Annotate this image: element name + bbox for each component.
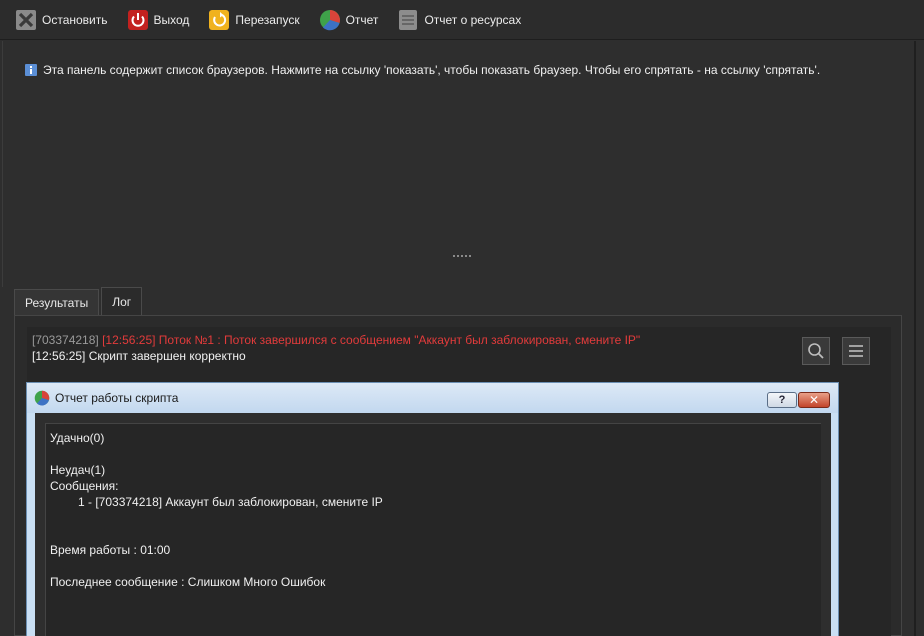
dialog-titlebar[interactable]: Отчет работы скрипта: [27, 383, 838, 413]
splitter-handle[interactable]: [453, 255, 471, 257]
report-last-message: Последнее сообщение : Слишком Много Ошиб…: [50, 575, 326, 589]
stop-icon: [14, 8, 38, 32]
log-line: [703374218] [12:56:25] Поток №1 : Поток …: [32, 333, 640, 347]
log-message: [12:56:25] Скрипт завершен корректно: [32, 349, 246, 363]
report-button[interactable]: Отчет: [314, 6, 383, 34]
browser-list-panel: Эта панель содержит список браузеров. На…: [2, 41, 914, 287]
exit-label: Выход: [153, 12, 190, 27]
dialog-title: Отчет работы скрипта: [55, 391, 179, 405]
tab-results[interactable]: Результаты: [14, 289, 100, 315]
bottom-tabs: Результаты Лог: [14, 287, 144, 315]
search-icon: [808, 343, 824, 359]
close-button[interactable]: ✕: [798, 392, 830, 408]
report-run-time: Время работы : 01:00: [50, 543, 171, 557]
info-text: Эта панель содержит список браузеров. На…: [43, 63, 821, 77]
log-error-message: [12:56:25] Поток №1 : Поток завершился с…: [102, 333, 641, 347]
log-menu-button[interactable]: [842, 337, 870, 365]
stop-label: Остановить: [42, 12, 108, 27]
list-icon: [396, 8, 420, 32]
toolbar: Остановить Выход Перезапуск Отчет Отчет …: [0, 0, 924, 40]
log-line: [12:56:25] Скрипт завершен корректно: [32, 349, 246, 363]
pie-chart-icon: [34, 390, 50, 406]
report-label: Отчет: [345, 12, 379, 27]
script-report-dialog: Отчет работы скрипта ? ✕ Удачно(0) Неуда…: [26, 382, 839, 636]
report-success: Удачно(0): [50, 431, 105, 445]
report-message-item: 1 - [703374218] Аккаунт был заблокирован…: [78, 495, 383, 509]
exit-button[interactable]: Выход: [122, 6, 194, 34]
log-thread-id: [703374218]: [32, 333, 99, 347]
info-message: Эта панель содержит список браузеров. На…: [25, 63, 820, 77]
log-search-button[interactable]: [802, 337, 830, 365]
stop-button[interactable]: Остановить: [10, 6, 112, 34]
pie-chart-icon: [318, 8, 342, 32]
restart-label: Перезапуск: [235, 12, 300, 27]
menu-icon: [849, 345, 863, 357]
restart-button[interactable]: Перезапуск: [203, 6, 303, 34]
info-icon: [25, 64, 37, 76]
resources-report-button[interactable]: Отчет о ресурсах: [392, 6, 525, 34]
report-messages-header: Сообщения:: [50, 479, 119, 493]
tab-log[interactable]: Лог: [101, 287, 143, 315]
resources-label: Отчет о ресурсах: [424, 12, 522, 27]
help-button[interactable]: ?: [767, 392, 797, 408]
window-edge: [914, 41, 916, 636]
restart-icon: [207, 8, 231, 32]
dialog-body: Удачно(0) Неудач(1) Сообщения: 1 - [7033…: [35, 413, 831, 636]
report-failures: Неудач(1): [50, 463, 106, 477]
report-text-area[interactable]: Удачно(0) Неудач(1) Сообщения: 1 - [7033…: [45, 423, 821, 636]
power-icon: [126, 8, 150, 32]
